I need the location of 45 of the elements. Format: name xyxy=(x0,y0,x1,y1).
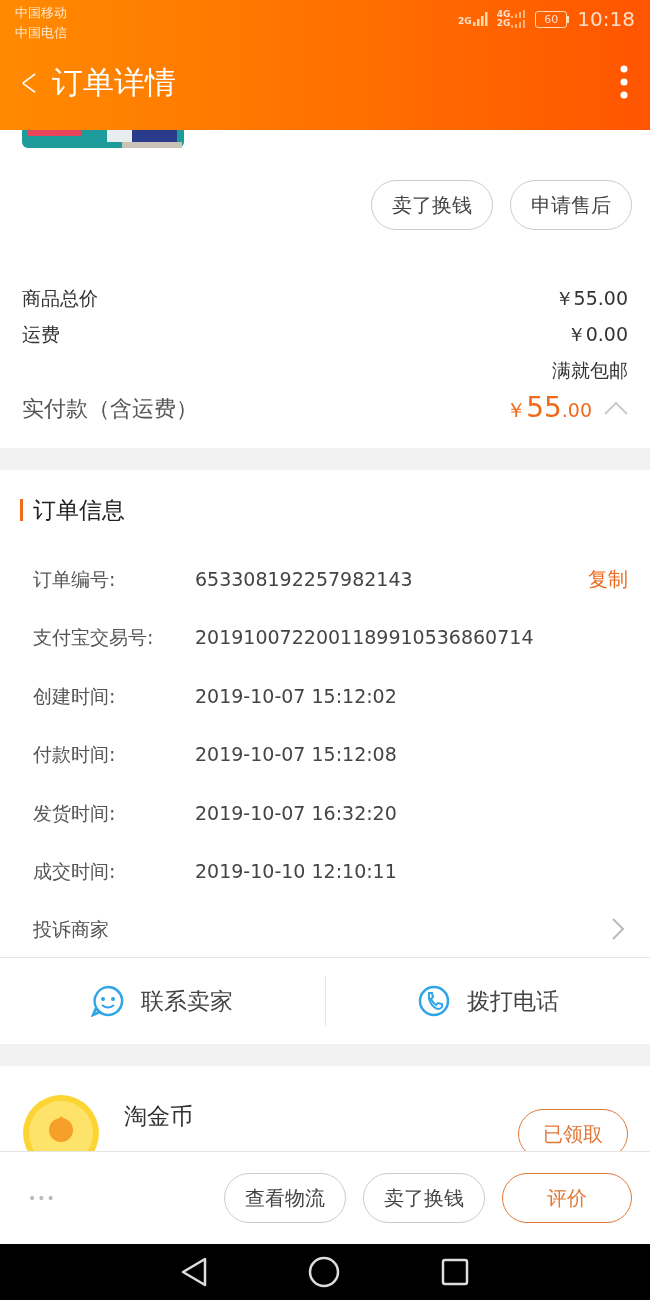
info-label: 支付宝交易号: xyxy=(33,625,155,651)
contact-button[interactable]: 联系卖家 xyxy=(0,976,325,1027)
action-button[interactable]: 申请售后 xyxy=(510,180,632,230)
info-label: 付款时间: xyxy=(33,742,117,768)
price-label: 运费 xyxy=(22,321,60,347)
carrier-label: 中国移动 xyxy=(15,4,67,22)
network-label: 2G xyxy=(458,17,472,26)
page-title: 订单详情 xyxy=(51,62,177,102)
info-value: 2019100722001189910536860714 xyxy=(195,625,535,651)
carrier-label: 中国电信 xyxy=(15,24,67,42)
info-label: 创建时间: xyxy=(33,683,117,709)
info-label: 发货时间: xyxy=(33,800,117,826)
price-value: ￥55.00 xyxy=(554,285,628,311)
chat-bubble-icon xyxy=(91,984,126,1019)
coins-title: 淘金币 xyxy=(124,1102,193,1132)
network-label: 2G xyxy=(496,19,511,28)
complaint-row[interactable]: 投诉商家 xyxy=(0,900,650,959)
action-button[interactable]: 卖了换钱 xyxy=(363,1173,485,1224)
clock: 10:18 xyxy=(577,9,635,29)
info-value: 2019-10-10 12:10:11 xyxy=(195,858,398,884)
action-button[interactable]: 查看物流 xyxy=(224,1173,346,1224)
network-label: 4G xyxy=(496,10,511,19)
signal-icon xyxy=(472,12,489,26)
shipping-note: 满就包邮 xyxy=(552,357,628,383)
phone-icon xyxy=(416,984,451,1019)
section-title: 订单信息 xyxy=(33,495,125,525)
more-icon[interactable] xyxy=(620,65,628,99)
action-button[interactable]: 卖了换钱 xyxy=(371,180,493,230)
paid-label: 实付款（含运费） xyxy=(22,394,198,423)
paid-amount: ￥55.00 xyxy=(506,390,592,426)
price-label: 商品总价 xyxy=(22,285,98,311)
price-value: ￥0.00 xyxy=(566,321,628,347)
recents-nav-icon[interactable] xyxy=(441,1258,470,1287)
contact-button[interactable]: 拨打电话 xyxy=(324,976,650,1027)
signal-icon xyxy=(511,10,528,28)
back-nav-icon[interactable] xyxy=(180,1257,207,1288)
info-value: 2019-10-07 15:12:08 xyxy=(195,742,398,768)
info-value: 653308192257982143 xyxy=(195,566,414,592)
chevron-right-icon xyxy=(612,917,624,940)
home-nav-icon[interactable] xyxy=(308,1256,340,1289)
info-value: 2019-10-07 15:12:02 xyxy=(195,683,398,709)
battery-indicator: 60 xyxy=(535,10,568,28)
info-label: 成交时间: xyxy=(33,858,117,884)
info-label: 订单编号: xyxy=(33,566,117,592)
info-value: 2019-10-07 16:32:20 xyxy=(195,800,398,826)
